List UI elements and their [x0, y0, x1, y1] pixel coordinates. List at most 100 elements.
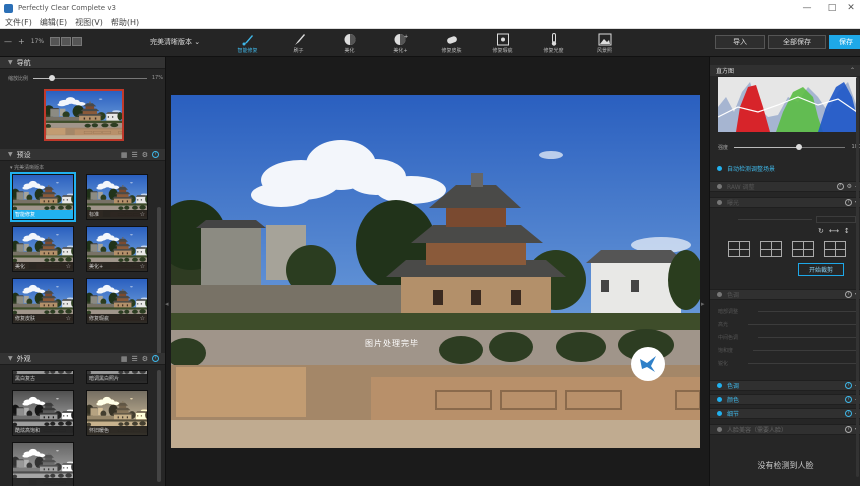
- section-tone[interactable]: 色调 ?▾: [710, 289, 860, 300]
- tool-brush[interactable]: 刷子: [273, 30, 324, 56]
- section-exposure[interactable]: 曝光 ?▾: [710, 197, 860, 208]
- auto-scene-row[interactable]: 自动检测调整场景: [710, 163, 860, 174]
- main-photo[interactable]: [171, 95, 700, 448]
- preset-thumb[interactable]: 智能修复: [10, 172, 76, 222]
- look-thumb[interactable]: 怀旧暖色: [86, 390, 148, 436]
- preset-thumb[interactable]: 美化 ☆: [12, 226, 74, 272]
- import-button[interactable]: 导入: [715, 35, 765, 49]
- grid-option-cross[interactable]: [760, 241, 782, 257]
- start-crop-button[interactable]: 开始裁剪: [798, 263, 844, 276]
- list-view-icon[interactable]: ☰: [131, 355, 137, 363]
- grid-view-icon[interactable]: ▦: [121, 355, 128, 363]
- tool-label: 修复皮肤: [441, 47, 462, 54]
- presets-header[interactable]: ▼ 预设 ▦ ☰ ⚙ ?: [0, 149, 165, 161]
- preset-version-select[interactable]: 完美清晰版本 ⌄: [150, 37, 200, 47]
- slider-knob[interactable]: [49, 74, 56, 81]
- favorite-star-icon[interactable]: ☆: [140, 211, 145, 218]
- zoom-out-button[interactable]: —: [4, 37, 12, 46]
- settings-gear-icon[interactable]: ⚙: [142, 355, 148, 363]
- section-label: RAW 调整: [727, 184, 755, 191]
- tool-beautify-plus[interactable]: + 美化+: [375, 30, 426, 56]
- grid-option-golden[interactable]: [792, 241, 814, 257]
- help-icon[interactable]: ?: [844, 382, 852, 389]
- rotate-icon[interactable]: ↻: [818, 227, 824, 235]
- favorite-star-icon[interactable]: ☆: [140, 315, 145, 322]
- slider-knob[interactable]: [795, 143, 802, 150]
- look-thumb[interactable]: 黑白复古: [12, 370, 74, 384]
- preset-thumb[interactable]: 修复瑕疵 ☆: [86, 278, 148, 324]
- preset-thumb[interactable]: 修复皮肤 ☆: [12, 278, 74, 324]
- split-view-button[interactable]: [61, 37, 72, 46]
- favorite-star-icon[interactable]: ☆: [66, 315, 71, 322]
- settings-gear-icon[interactable]: ⚙: [847, 183, 852, 190]
- tool-skin-fix[interactable]: 修复皮肤: [426, 30, 477, 56]
- section-raw[interactable]: RAW 调整 ?⚙◂: [710, 181, 860, 192]
- navigator-zoom-slider[interactable]: [33, 74, 147, 81]
- minimize-button[interactable]: —: [796, 2, 818, 14]
- grid-option-spiral[interactable]: [824, 241, 846, 257]
- side-by-side-button[interactable]: [72, 37, 83, 46]
- tool-landscape[interactable]: 风景照: [579, 30, 630, 56]
- save-button[interactable]: 保存: [829, 35, 860, 49]
- settings-gear-icon[interactable]: ⚙: [142, 151, 148, 159]
- section-tone-active[interactable]: 色调 ?◂: [710, 380, 860, 391]
- zoom-in-button[interactable]: +: [18, 37, 25, 46]
- tool-blemish-fix[interactable]: 修复瑕疵: [477, 30, 528, 56]
- processing-overlay-text: 图片处理完毕: [365, 339, 419, 348]
- tool-beautify[interactable]: 美化: [324, 30, 375, 56]
- preset-label: 美化: [13, 262, 73, 271]
- collapse-right-arrow-icon[interactable]: ▸: [701, 300, 705, 308]
- favorite-star-icon[interactable]: ☆: [66, 263, 71, 270]
- section-detail[interactable]: 细节 ?◂: [710, 408, 860, 419]
- histogram-header[interactable]: 直方图 ⌃: [710, 65, 860, 76]
- looks-scrollbar[interactable]: [157, 370, 161, 482]
- look-thumb[interactable]: 酷炫高饱和: [12, 390, 74, 436]
- spot-icon: [496, 33, 510, 46]
- menu-edit[interactable]: 编辑(E): [40, 17, 67, 28]
- single-view-button[interactable]: [50, 37, 61, 46]
- tool-label: 智能修复: [237, 47, 258, 54]
- looks-title: 外观: [16, 354, 31, 363]
- help-icon[interactable]: ?: [844, 410, 852, 417]
- collapse-icon[interactable]: ⌃: [850, 67, 855, 74]
- help-icon[interactable]: ?: [844, 396, 852, 403]
- tool-light-fix[interactable]: 修复光度: [528, 30, 579, 56]
- help-icon[interactable]: ?: [844, 291, 852, 298]
- flip-vertical-icon[interactable]: ↕: [844, 227, 850, 235]
- menu-view[interactable]: 视图(V): [75, 17, 103, 28]
- help-icon[interactable]: ?: [844, 199, 852, 206]
- navigator-header[interactable]: ▼ 导航: [0, 57, 165, 69]
- section-face-beauty[interactable]: 人脸美容（需要人脸） ?▾: [710, 424, 860, 435]
- save-all-button[interactable]: 全部保存: [768, 35, 826, 49]
- grid-view-icon[interactable]: ▦: [121, 151, 128, 159]
- strength-slider[interactable]: [734, 143, 846, 150]
- flip-horizontal-icon[interactable]: ⟷: [829, 227, 839, 235]
- tone-row-label: 中间色调: [718, 334, 739, 341]
- favorite-star-icon[interactable]: ☆: [140, 263, 145, 270]
- image-canvas[interactable]: 图片处理完毕 ◂ ▸: [165, 57, 706, 486]
- eraser-icon: [445, 33, 459, 46]
- list-view-icon[interactable]: ☰: [131, 151, 137, 159]
- grid-option-thirds[interactable]: [728, 241, 750, 257]
- paintbrush-icon: [292, 33, 306, 46]
- right-panel-scrollbar[interactable]: [856, 77, 859, 477]
- tool-smart-fix[interactable]: 智能修复: [222, 30, 273, 56]
- look-thumb[interactable]: [12, 442, 74, 486]
- help-icon[interactable]: ?: [152, 150, 159, 158]
- preset-thumb[interactable]: 标准 ☆: [86, 174, 148, 220]
- help-icon[interactable]: ?: [836, 183, 844, 190]
- menu-help[interactable]: 帮助(H): [111, 17, 139, 28]
- close-button[interactable]: ✕: [840, 2, 860, 14]
- menu-file[interactable]: 文件(F): [5, 17, 32, 28]
- section-color[interactable]: 颜色 ?◂: [710, 394, 860, 405]
- looks-header[interactable]: ▼ 外观 ▦ ☰ ⚙ ?: [0, 353, 165, 365]
- look-thumb[interactable]: 暗调黑白照片: [86, 370, 148, 384]
- navigator-thumbnail[interactable]: [44, 89, 124, 141]
- section-label: 色调: [727, 292, 740, 299]
- help-icon[interactable]: ?: [152, 354, 159, 362]
- collapse-left-arrow-icon[interactable]: ◂: [165, 300, 169, 308]
- tool-label: 美化+: [393, 47, 408, 54]
- preset-thumb[interactable]: 美化+ ☆: [86, 226, 148, 272]
- presets-scrollbar[interactable]: [157, 207, 161, 355]
- help-icon[interactable]: ?: [844, 426, 852, 433]
